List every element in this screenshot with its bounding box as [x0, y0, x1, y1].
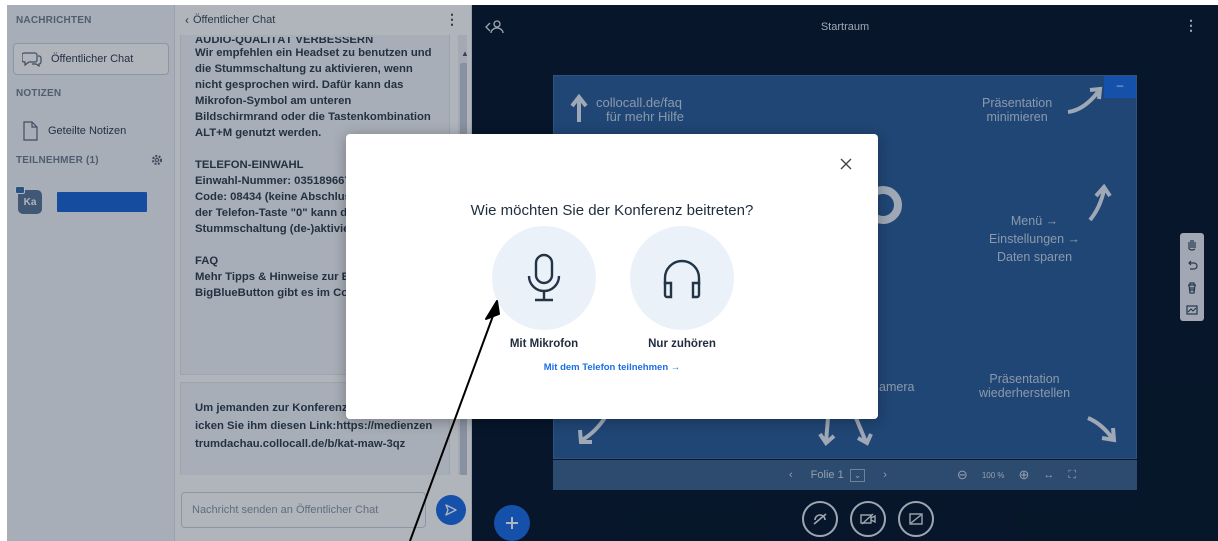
microphone-option-label: Mit Mikrofon: [509, 338, 579, 350]
microphone-icon: [527, 253, 561, 302]
join-by-phone-link[interactable]: Mit dem Telefon teilnehmen →: [346, 362, 878, 373]
microphone-option[interactable]: Mit Mikrofon: [492, 226, 596, 350]
modal-title: Wie möchten Sie der Konferenz beitreten?: [470, 202, 754, 219]
join-audio-modal: Wie möchten Sie der Konferenz beitreten?…: [346, 134, 878, 419]
app-window: NACHRICHTEN Öffentlicher Chat NOTIZEN Ge…: [0, 0, 1218, 541]
listen-only-option[interactable]: Nur zuhören: [630, 226, 734, 350]
close-icon[interactable]: [838, 156, 854, 172]
headphones-icon: [663, 259, 701, 299]
listen-only-option-label: Nur zuhören: [648, 338, 716, 350]
microphone-option-circle[interactable]: [492, 226, 596, 330]
listen-only-option-circle[interactable]: [630, 226, 734, 330]
